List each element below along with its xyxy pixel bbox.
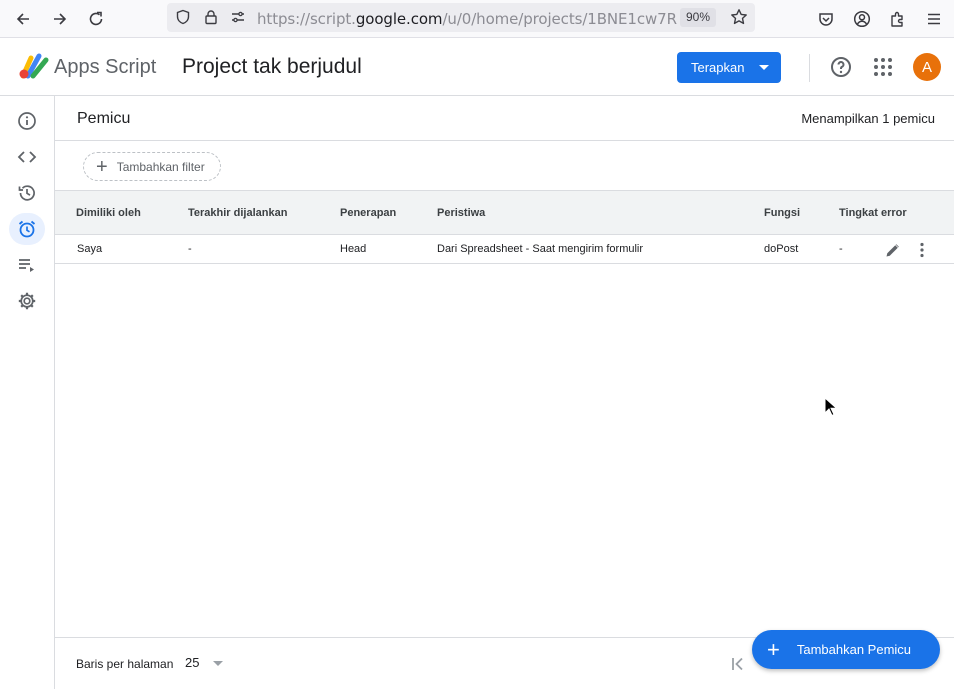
cell-function: doPost [764, 243, 799, 255]
add-filter-button[interactable]: + Tambahkan filter [83, 152, 221, 181]
cell-last-run: - [188, 243, 192, 255]
add-trigger-button[interactable]: + Tambahkan Pemicu [752, 630, 940, 669]
zoom-badge[interactable]: 90% [680, 8, 717, 27]
add-filter-label: Tambahkan filter [116, 159, 205, 174]
app-name[interactable]: Apps Script [54, 56, 156, 79]
bookmark-star-icon[interactable] [727, 5, 751, 29]
browser-toolbar: https://script.google.com/u/0/home/proje… [0, 0, 954, 38]
code-icon [17, 151, 37, 163]
back-arrow-icon[interactable] [11, 7, 35, 31]
column-header-function[interactable]: Fungsi [764, 207, 800, 219]
cell-error-rate: - [839, 243, 843, 255]
google-apps-grid-icon[interactable] [873, 57, 893, 77]
cell-owner: Saya [77, 243, 103, 255]
caret-down-icon [759, 65, 769, 70]
cell-deployment: Head [340, 243, 367, 255]
column-header-error-rate[interactable]: Tingkat error [839, 207, 907, 219]
address-bar[interactable]: https://script.google.com/u/0/home/proje… [167, 3, 755, 32]
avatar[interactable]: A [913, 53, 941, 81]
menu-icon[interactable] [922, 7, 946, 31]
more-vert-icon[interactable] [913, 241, 931, 259]
first-page-icon[interactable] [729, 655, 747, 673]
playlist-play-icon [19, 259, 34, 272]
rows-per-page-label: Baris per halaman [76, 657, 174, 671]
app-header: Apps Script Project tak berjudul Terapka… [0, 38, 954, 96]
sidebar [0, 96, 55, 689]
column-header-last-run[interactable]: Terakhir dijalankan [188, 207, 287, 219]
mouse-cursor-icon [824, 397, 838, 417]
plus-icon: + [767, 636, 780, 662]
table-row[interactable]: Saya - Head Dari Spreadsheet - Saat meng… [55, 235, 954, 264]
cell-event: Dari Spreadsheet - Saat mengirim formuli… [437, 243, 644, 255]
lock-icon[interactable] [199, 5, 223, 29]
column-header-event[interactable]: Peristiwa [437, 207, 485, 219]
sidebar-item-executions[interactable] [9, 177, 45, 209]
project-title[interactable]: Project tak berjudul [182, 55, 362, 79]
gear-icon [18, 292, 36, 310]
help-icon[interactable] [829, 55, 853, 79]
forward-arrow-icon[interactable] [48, 7, 72, 31]
url-text[interactable]: https://script.google.com/u/0/home/proje… [257, 10, 677, 28]
sidebar-item-runs[interactable] [9, 249, 45, 281]
history-icon [18, 185, 35, 201]
add-trigger-label: Tambahkan Pemicu [796, 642, 912, 657]
divider [55, 140, 954, 141]
main-content: Pemicu Menampilkan 1 pemicu + Tambahkan … [55, 96, 954, 689]
edit-pencil-icon[interactable] [884, 241, 902, 259]
plus-icon: + [96, 155, 108, 178]
permissions-icon[interactable] [226, 5, 250, 29]
deploy-button[interactable]: Terapkan [677, 52, 781, 83]
column-header-owner[interactable]: Dimiliki oleh [76, 207, 141, 219]
apps-script-logo-icon[interactable] [18, 52, 50, 80]
chevron-down-icon[interactable] [213, 661, 223, 666]
extensions-icon[interactable] [886, 7, 910, 31]
rows-per-page-select[interactable]: 25 [185, 655, 199, 670]
pocket-icon[interactable] [814, 7, 838, 31]
trigger-count: Menampilkan 1 pemicu [801, 111, 935, 126]
sidebar-item-triggers[interactable] [9, 213, 45, 245]
column-header-deployment[interactable]: Penerapan [340, 207, 396, 219]
sidebar-item-editor[interactable] [9, 141, 45, 173]
header-divider [809, 54, 810, 82]
alarm-clock-icon [18, 220, 36, 238]
page-title: Pemicu [77, 110, 131, 127]
info-icon [18, 112, 36, 130]
table-header: Dimiliki oleh Terakhir dijalankan Penera… [55, 190, 954, 235]
sidebar-item-settings[interactable] [9, 285, 45, 317]
shield-icon[interactable] [171, 5, 195, 29]
deploy-label: Terapkan [691, 60, 745, 75]
sidebar-item-overview[interactable] [9, 105, 45, 137]
reload-icon[interactable] [84, 7, 108, 31]
account-icon[interactable] [850, 7, 874, 31]
